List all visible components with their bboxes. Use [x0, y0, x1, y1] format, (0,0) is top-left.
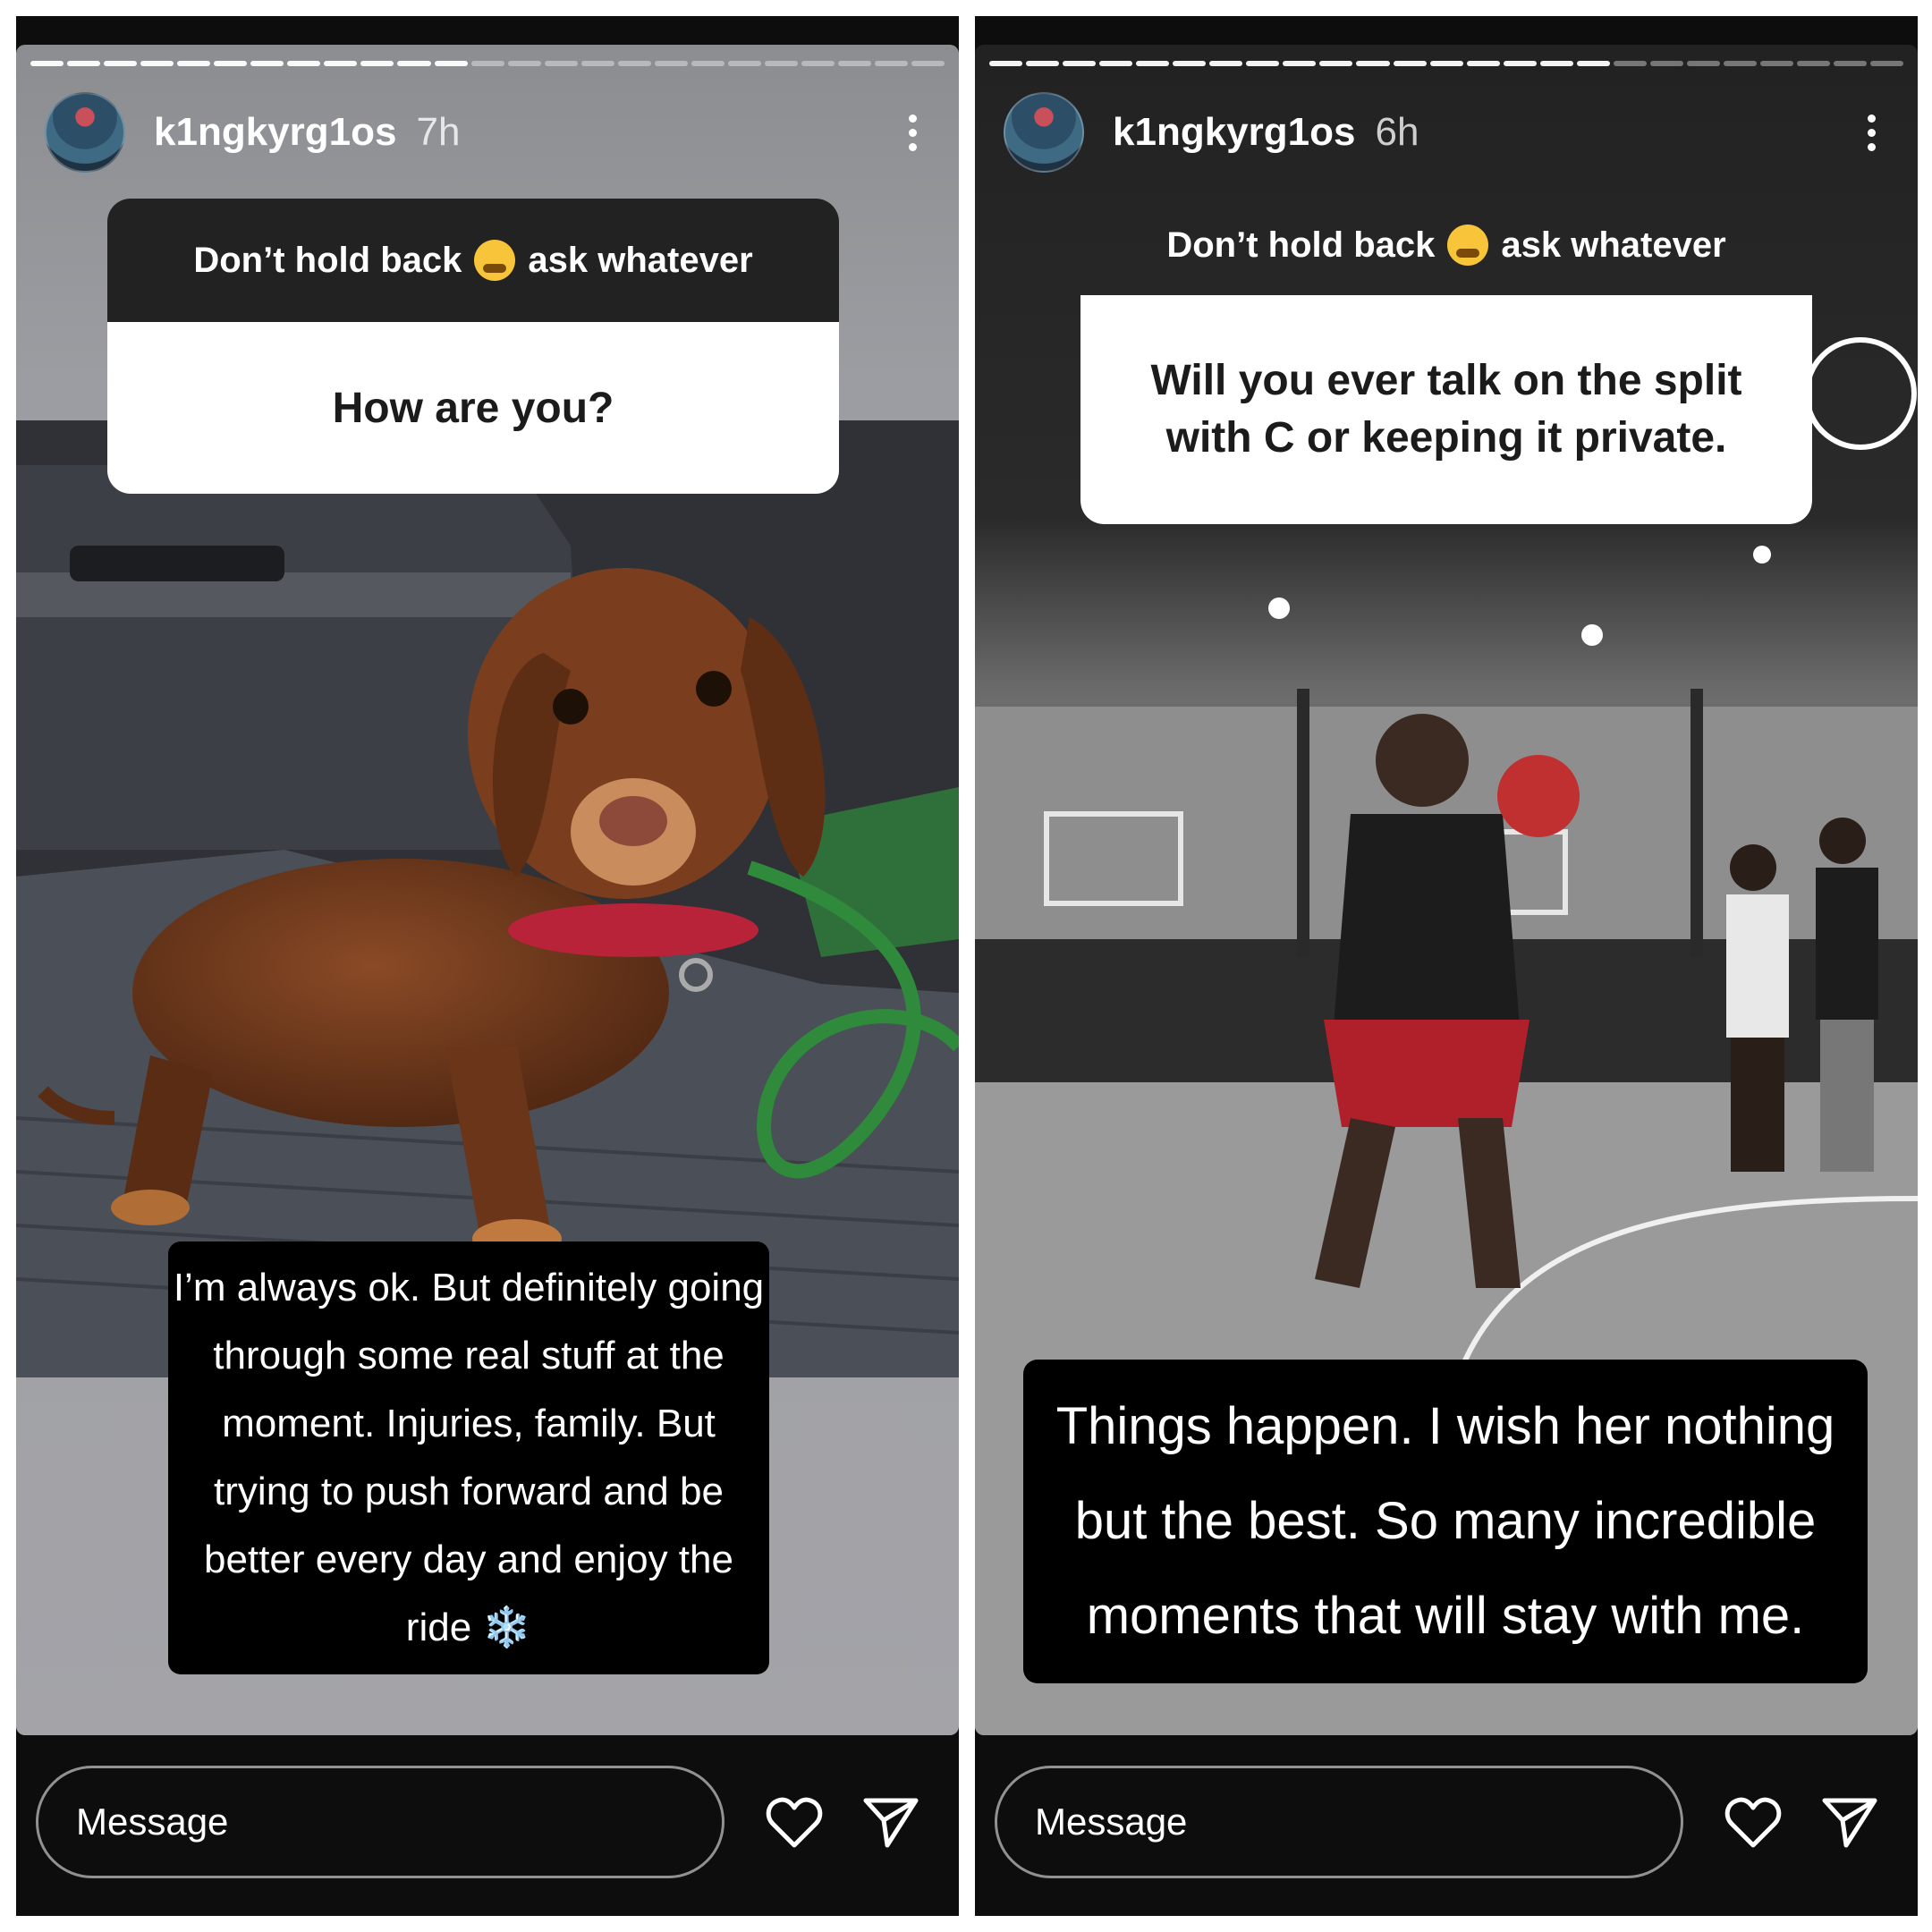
- message-input[interactable]: Message: [36, 1766, 724, 1878]
- question-sticker[interactable]: Don’t hold back ask whatever How are you…: [107, 199, 839, 494]
- question-header-text-2: ask whatever: [528, 240, 753, 280]
- caption-line: I’m always ok. But definitely going: [173, 1266, 765, 1309]
- caption-line: moment. Injuries, family. But: [222, 1402, 716, 1445]
- caption-line: ride ❄️: [405, 1606, 532, 1649]
- username[interactable]: k1ngkyrg1os: [1113, 110, 1355, 155]
- more-options-icon[interactable]: [1853, 106, 1889, 159]
- question-sticker-body: How are you?: [107, 322, 839, 494]
- more-options-icon[interactable]: [894, 106, 930, 159]
- question-header-text-1: Don’t hold back: [193, 240, 462, 280]
- answer-caption: Things happen. I wish her nothing but th…: [1023, 1360, 1868, 1683]
- question-header-text-1: Don’t hold back: [1166, 225, 1436, 265]
- question-sticker-header: Don’t hold back ask whatever: [107, 199, 839, 322]
- send-icon[interactable]: [1814, 1786, 1885, 1858]
- grimace-emoji-icon: [1447, 225, 1489, 266]
- caption-line: through some real stuff at the: [213, 1334, 724, 1377]
- post-time: 6h: [1375, 110, 1419, 154]
- grimace-emoji-icon: [474, 240, 516, 281]
- answer-caption: I’m always ok. But definitely going thro…: [168, 1241, 769, 1674]
- question-line: Will you ever talk on the split: [1150, 357, 1742, 404]
- story-header: k1ngkyrg1os 6h: [1004, 88, 1889, 177]
- story-progress-bar: [989, 61, 1904, 66]
- heart-icon[interactable]: [1717, 1786, 1789, 1858]
- question-sticker-header: Don’t hold back ask whatever: [1080, 195, 1812, 295]
- post-time: 7h: [416, 110, 461, 154]
- reply-bar: Message: [975, 1728, 1918, 1916]
- question-sticker-body: Will you ever talk on the split with C o…: [1080, 295, 1812, 524]
- heart-icon[interactable]: [758, 1786, 830, 1858]
- story-progress-bar: [30, 61, 945, 66]
- message-placeholder: Message: [1035, 1801, 1188, 1843]
- message-placeholder: Message: [76, 1801, 229, 1843]
- username[interactable]: k1ngkyrg1os: [154, 110, 396, 155]
- question-text: How are you?: [332, 384, 614, 432]
- avatar[interactable]: [1004, 92, 1084, 173]
- caption-line: better every day and enjoy the: [204, 1538, 733, 1581]
- question-header-text-2: ask whatever: [1501, 225, 1726, 265]
- caption-line: trying to push forward and be: [214, 1470, 724, 1513]
- question-line: with C or keeping it private.: [1165, 414, 1727, 462]
- question-sticker[interactable]: Don’t hold back ask whatever Will you ev…: [1080, 195, 1812, 524]
- reply-bar: Message: [16, 1728, 959, 1916]
- caption-line: but the best. So many incredible: [1074, 1492, 1817, 1550]
- avatar[interactable]: [45, 92, 125, 173]
- caption-line: moments that will stay with me.: [1086, 1587, 1805, 1645]
- message-input[interactable]: Message: [995, 1766, 1683, 1878]
- send-icon[interactable]: [855, 1786, 927, 1858]
- story-left[interactable]: k1ngkyrg1os 7h Don’t hold back ask whate…: [16, 16, 959, 1916]
- story-right[interactable]: k1ngkyrg1os 6h Don’t hold back ask whate…: [975, 16, 1918, 1916]
- story-header: k1ngkyrg1os 7h: [45, 88, 930, 177]
- caption-line: Things happen. I wish her nothing: [1055, 1397, 1835, 1455]
